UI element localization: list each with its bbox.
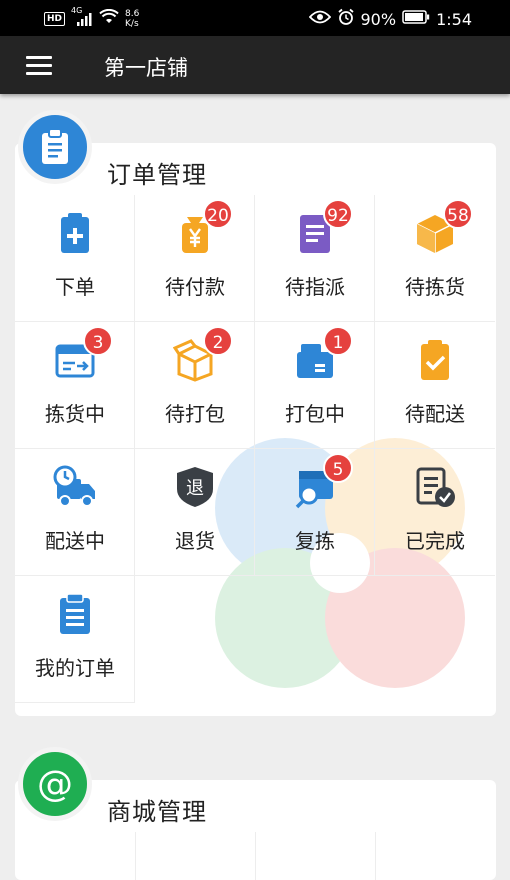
order-item-1[interactable]: 待付款 20 [135, 195, 255, 322]
return-shield-icon: 退 [173, 465, 217, 509]
clipboard-check-icon [413, 338, 457, 382]
order-item-label: 待指派 [285, 275, 345, 299]
hd-indicator: HD [44, 12, 66, 26]
clipboard-plus-icon [53, 211, 97, 255]
battery-icon [402, 10, 430, 28]
order-item-6[interactable]: 打包中 1 [255, 322, 375, 449]
order-item-label: 下单 [55, 275, 95, 299]
alarm-icon [337, 8, 355, 30]
app-toolbar: 第一店铺 [0, 36, 510, 94]
order-item-9[interactable]: 退退货 [135, 449, 255, 576]
status-bar: HD 4G 8.6 K/s 90% 1:54 [0, 0, 510, 36]
network-type: 4G [71, 6, 83, 15]
order-item-12[interactable]: 我的订单 [15, 576, 135, 703]
count-badge: 58 [443, 199, 473, 229]
order-item-10[interactable]: 复拣 5 [255, 449, 375, 576]
order-item-label: 待配送 [405, 402, 465, 426]
order-item-label: 已完成 [405, 529, 465, 553]
order-item-label: 拣货中 [45, 402, 105, 426]
clipboard-list-icon [53, 592, 97, 636]
speed-unit: K/s [125, 19, 139, 29]
eye-icon [308, 10, 331, 28]
signal-icon: 4G [71, 6, 93, 26]
document-done-icon [413, 465, 457, 509]
mall-section-title: 商城管理 [107, 798, 207, 826]
svg-text:退: 退 [186, 478, 204, 499]
order-section-title: 订单管理 [107, 161, 207, 189]
count-badge: 3 [83, 326, 113, 356]
order-item-label: 待拣货 [405, 275, 465, 299]
network-speed: 8.6 K/s [125, 9, 139, 29]
order-item-7[interactable]: 待配送 [375, 322, 495, 449]
order-item-4[interactable]: 拣货中 3 [15, 322, 135, 449]
order-item-label: 配送中 [45, 529, 105, 553]
order-item-label: 复拣 [295, 529, 335, 553]
order-item-label: 我的订单 [35, 656, 115, 680]
count-badge: 92 [323, 199, 353, 229]
order-item-label: 待付款 [165, 275, 225, 299]
order-item-label: 退货 [175, 529, 215, 553]
menu-icon[interactable] [18, 48, 58, 82]
order-item-8[interactable]: 配送中 [15, 449, 135, 576]
at-sign-icon: @ [18, 747, 92, 821]
speed-value: 8.6 [125, 9, 140, 19]
store-title: 第一店铺 [104, 56, 188, 80]
order-item-label: 打包中 [285, 402, 345, 426]
count-badge: 5 [323, 453, 353, 483]
count-badge: 1 [323, 326, 353, 356]
order-item-label: 待打包 [165, 402, 225, 426]
battery-percent: 90% [360, 9, 397, 29]
count-badge: 20 [203, 199, 233, 229]
order-item-5[interactable]: 待打包 2 [135, 322, 255, 449]
order-item-0[interactable]: 下单 [15, 195, 135, 322]
count-badge: 2 [203, 326, 233, 356]
clipboard-icon [18, 110, 92, 184]
at-symbol: @ [37, 763, 73, 805]
order-item-2[interactable]: 待指派 92 [255, 195, 375, 322]
wifi-icon [99, 8, 119, 29]
order-item-11[interactable]: 已完成 [375, 449, 495, 576]
clock: 1:54 [436, 9, 472, 29]
delivery-truck-icon [53, 465, 97, 509]
order-item-3[interactable]: 待拣货 58 [375, 195, 495, 322]
order-management-card: 订单管理 下单 待付款 20 待指派 92 待拣货 58 拣货中 3 待打包 2 打包中 1 待配送配送中… [15, 143, 496, 716]
